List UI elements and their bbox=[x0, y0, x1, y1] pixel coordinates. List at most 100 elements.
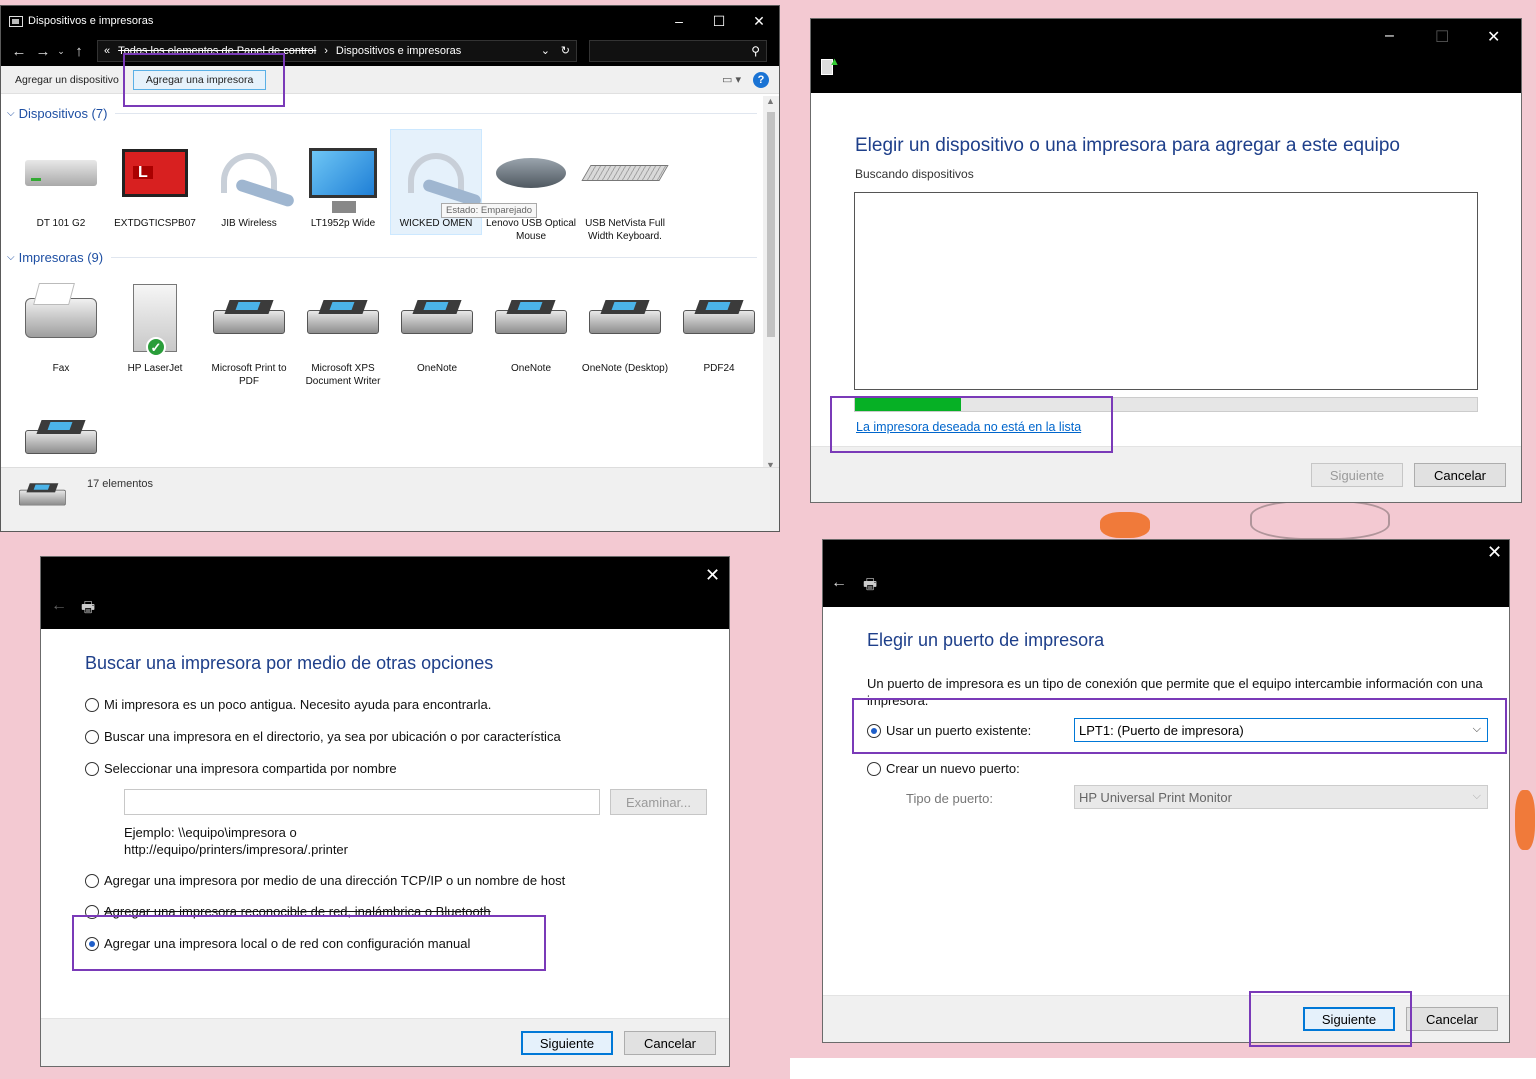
printer-item[interactable]: OneNote bbox=[485, 278, 577, 375]
fax-icon bbox=[15, 278, 107, 358]
port-type-select: HP Universal Print Monitor ⌵ bbox=[1074, 785, 1488, 809]
radio-button[interactable] bbox=[85, 697, 99, 712]
search-input[interactable]: ⚲ bbox=[589, 40, 767, 62]
printer-label: OneNote (Desktop) bbox=[581, 363, 669, 374]
printer-label: PDF24 bbox=[703, 363, 735, 374]
printer-item[interactable]: ✓ HP LaserJet bbox=[109, 278, 201, 375]
device-list[interactable] bbox=[854, 192, 1478, 390]
printer-item[interactable]: Fax bbox=[15, 278, 107, 375]
printer-label: Fax bbox=[52, 363, 70, 374]
option-old-printer[interactable]: Mi impresora es un poco antigua. Necesit… bbox=[85, 697, 491, 712]
mouse-icon bbox=[485, 133, 577, 213]
next-button[interactable]: Siguiente bbox=[521, 1031, 613, 1055]
device-item-selected[interactable]: WICKED OMEN bbox=[390, 129, 482, 235]
monitor-icon bbox=[297, 133, 389, 213]
view-options-icon[interactable]: ▭ ▾ bbox=[722, 73, 741, 86]
radio-button[interactable] bbox=[867, 761, 881, 776]
option-shared-by-name[interactable]: Seleccionar una impresora compartida por… bbox=[85, 761, 397, 776]
close-button[interactable]: ✕ bbox=[739, 13, 779, 30]
option-label: Crear un nuevo puerto: bbox=[886, 761, 1020, 776]
laptop-icon: L bbox=[109, 133, 201, 213]
background-doodle bbox=[1250, 500, 1390, 540]
radio-button[interactable] bbox=[85, 873, 99, 888]
printer-item[interactable]: OneNote bbox=[391, 278, 483, 375]
printer-icon bbox=[579, 278, 671, 358]
choose-port-dialog: ← 🖶 ✕ Elegir un puerto de impresora Un p… bbox=[822, 539, 1510, 1043]
printer-label: OneNote bbox=[416, 363, 458, 374]
close-button[interactable]: ✕ bbox=[1487, 27, 1500, 47]
refresh-icon[interactable]: ↻ bbox=[561, 44, 570, 57]
copier-icon: ✓ bbox=[109, 278, 201, 358]
other-options-dialog: ← 🖶 ✕ Buscar una impresora por medio de … bbox=[40, 556, 730, 1067]
recent-chevron-icon[interactable]: ⌄ bbox=[55, 46, 67, 57]
devices-group-header[interactable]: ⌵ Dispositivos (7) bbox=[7, 106, 757, 121]
back-arrow-icon[interactable]: ← bbox=[51, 597, 67, 615]
searching-status: Buscando dispositivos bbox=[855, 167, 974, 181]
back-arrow-icon[interactable]: ← bbox=[7, 43, 31, 60]
shared-printer-name-field[interactable] bbox=[124, 789, 600, 815]
device-item[interactable]: L EXTDGTICSPB07 bbox=[109, 133, 201, 230]
headset-icon bbox=[203, 133, 295, 213]
close-button[interactable]: ✕ bbox=[1487, 542, 1502, 563]
breadcrumb-current[interactable]: Dispositivos e impresoras bbox=[336, 45, 461, 57]
minimize-button[interactable]: – bbox=[1385, 27, 1394, 45]
help-icon[interactable]: ? bbox=[753, 71, 769, 88]
vertical-scrollbar[interactable]: ▲ ▼ bbox=[763, 96, 779, 472]
command-bar: Agregar un dispositivo Agregar una impre… bbox=[1, 66, 779, 94]
back-arrow-icon[interactable]: ← bbox=[831, 574, 847, 592]
forward-arrow-icon[interactable]: → bbox=[31, 43, 55, 60]
background-doodle bbox=[1100, 512, 1150, 538]
maximize-button[interactable]: ☐ bbox=[699, 13, 739, 30]
device-item[interactable]: Lenovo USB Optical Mouse bbox=[485, 133, 577, 243]
printer-label: Microsoft Print to PDF bbox=[211, 363, 287, 387]
address-bar: ← → ⌄ ↑ « Todos los elementos de Panel d… bbox=[1, 36, 779, 66]
device-item[interactable]: JIB Wireless bbox=[203, 133, 295, 230]
dialog-heading: Elegir un puerto de impresora bbox=[867, 630, 1105, 650]
add-device-button[interactable]: Agregar un dispositivo bbox=[15, 74, 119, 86]
next-button-highlight bbox=[1249, 991, 1412, 1047]
next-button[interactable]: Siguiente bbox=[1311, 463, 1403, 487]
printer-item[interactable]: PDF24 bbox=[673, 278, 765, 375]
printer-item[interactable]: Microsoft Print to PDF bbox=[203, 278, 295, 388]
add-printer-highlight bbox=[123, 53, 285, 107]
option-tcp-ip[interactable]: Agregar una impresora por medio de una d… bbox=[85, 873, 565, 888]
port-type-label: Tipo de puerto: bbox=[906, 791, 993, 806]
printer-icon: 🖶 bbox=[81, 599, 96, 616]
devices-group-label: Dispositivos (7) bbox=[18, 106, 108, 121]
printers-group-header[interactable]: ⌵ Impresoras (9) bbox=[7, 250, 757, 265]
minimize-button[interactable]: – bbox=[659, 13, 699, 30]
device-item[interactable]: DT 101 G2 bbox=[15, 133, 107, 230]
scrollbar-thumb[interactable] bbox=[767, 112, 775, 337]
cancel-button[interactable]: Cancelar bbox=[1414, 463, 1506, 487]
background-doodle bbox=[1515, 790, 1535, 850]
up-arrow-icon[interactable]: ↑ bbox=[67, 43, 91, 60]
printer-label: Microsoft XPS Document Writer bbox=[305, 363, 381, 387]
scroll-up-icon[interactable]: ▲ bbox=[766, 96, 775, 106]
printer-item[interactable]: OneNote (Desktop) bbox=[579, 278, 671, 375]
example-line: http://equipo/printers/impresora/.printe… bbox=[124, 842, 348, 857]
item-count: 17 elementos bbox=[87, 478, 154, 490]
device-label: Lenovo USB Optical Mouse bbox=[485, 218, 577, 242]
dialog-footer: Siguiente Cancelar bbox=[41, 1018, 729, 1066]
add-device-arrow-icon: ▲ bbox=[829, 56, 840, 68]
option-label: Mi impresora es un poco antigua. Necesit… bbox=[104, 697, 492, 712]
browse-button[interactable]: Examinar... bbox=[610, 789, 707, 815]
dialog-heading: Elegir un dispositivo o una impresora pa… bbox=[855, 135, 1400, 156]
status-tooltip: Estado: Emparejado bbox=[441, 203, 538, 218]
device-item[interactable]: LT1952p Wide bbox=[297, 133, 389, 230]
option-new-port[interactable]: Crear un nuevo puerto: bbox=[867, 761, 1020, 776]
cancel-button[interactable]: Cancelar bbox=[1406, 1007, 1498, 1031]
printer-item[interactable] bbox=[15, 398, 107, 468]
device-label: JIB Wireless bbox=[221, 218, 277, 229]
cancel-button[interactable]: Cancelar bbox=[624, 1031, 716, 1055]
device-label: DT 101 G2 bbox=[36, 218, 86, 229]
printer-icon bbox=[297, 278, 389, 358]
close-button[interactable]: ✕ bbox=[705, 565, 720, 586]
radio-button[interactable] bbox=[85, 761, 99, 776]
printer-item[interactable]: Microsoft XPS Document Writer bbox=[297, 278, 389, 388]
chevron-down-icon[interactable]: ⌄ bbox=[541, 44, 550, 57]
radio-button[interactable] bbox=[85, 729, 99, 744]
device-item[interactable]: USB NetVista Full Width Keyboard. bbox=[579, 133, 671, 243]
keyboard-icon bbox=[579, 133, 671, 213]
option-directory-search[interactable]: Buscar una impresora en el directorio, y… bbox=[85, 729, 561, 744]
